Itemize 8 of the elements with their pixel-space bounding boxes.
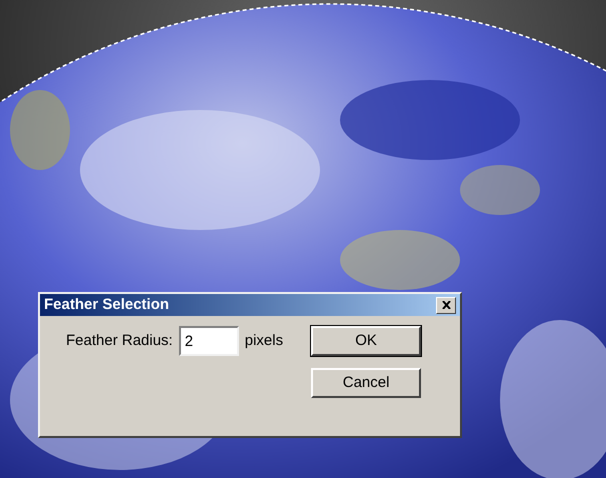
unit-label: pixels <box>244 330 284 351</box>
field-label: Feather Radius: <box>66 330 173 351</box>
window-title: Feather Selection <box>44 294 170 315</box>
dialog-button[interactable]: OK <box>311 326 422 356</box>
close-button[interactable] <box>436 296 456 314</box>
radius-field[interactable]: 2 <box>178 326 239 356</box>
close-icon <box>442 301 450 309</box>
dialog-button[interactable]: Cancel <box>311 368 422 398</box>
